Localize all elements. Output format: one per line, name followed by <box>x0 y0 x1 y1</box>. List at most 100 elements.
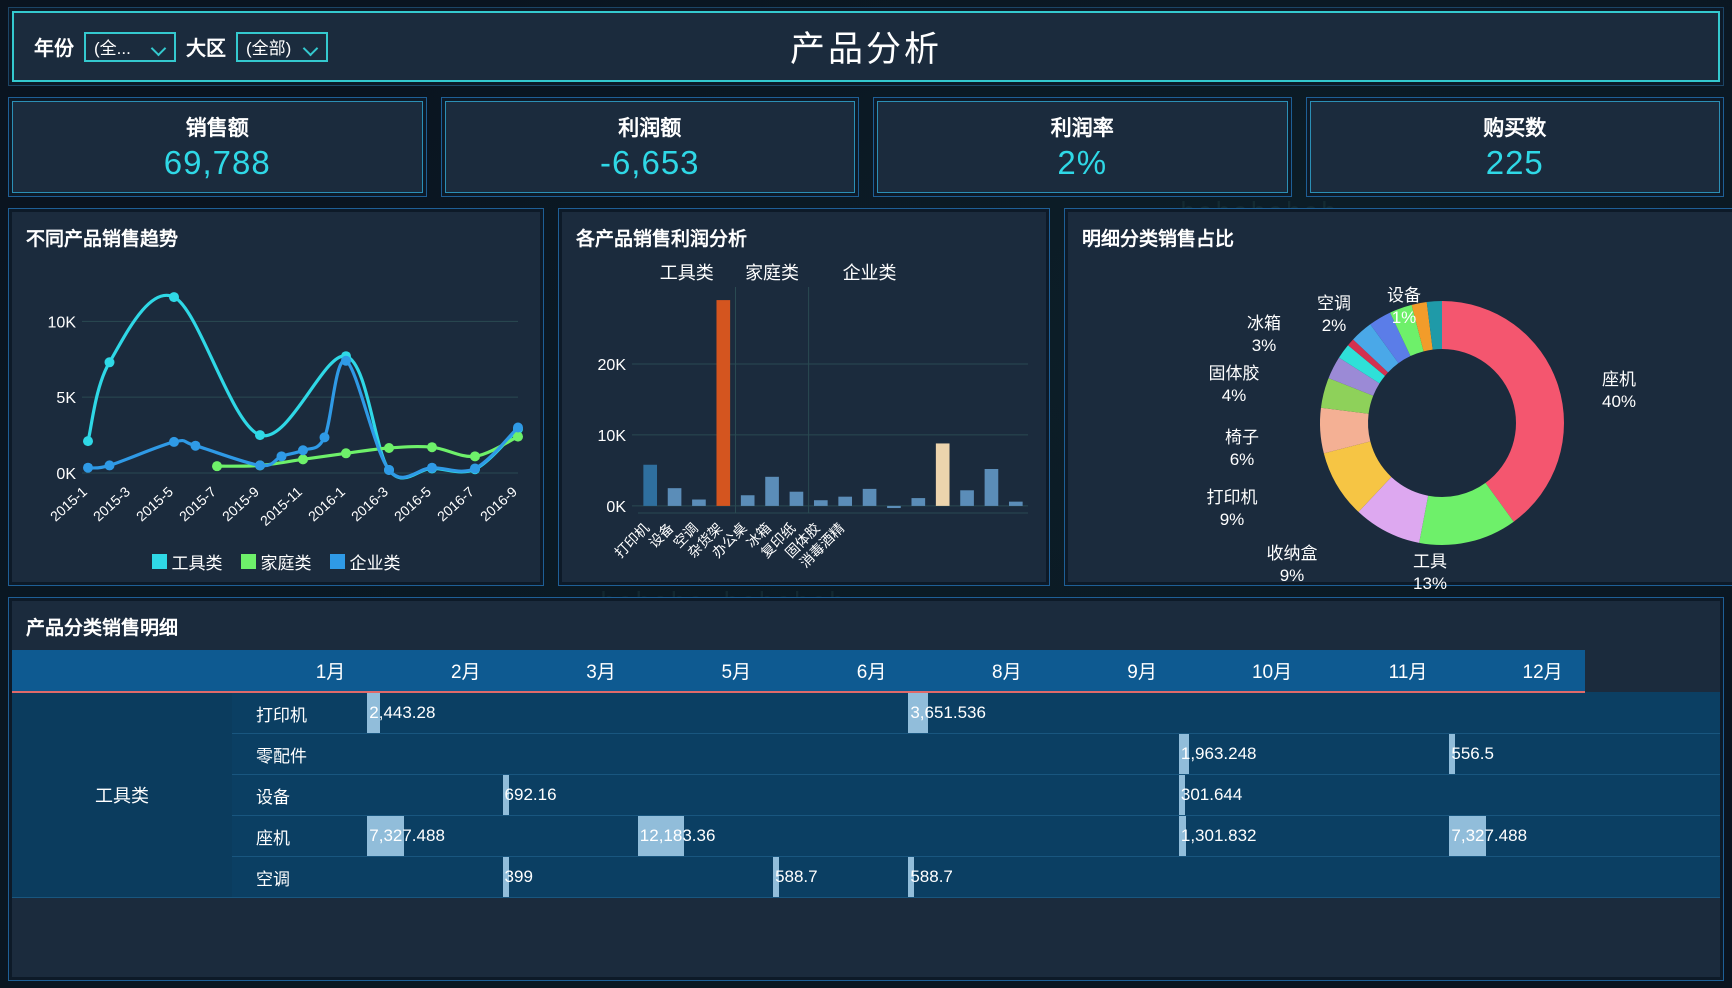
svg-text:40%: 40% <box>1602 392 1636 411</box>
cell-value-text: 692.16 <box>504 785 557 804</box>
table-column-header[interactable]: 12月 <box>1449 650 1585 693</box>
table-row[interactable]: 工具类 打印机 2,443.28 3,651.536 <box>12 692 1720 898</box>
pie-chart-card: 明细分类销售占比 座机 40% 工具 13% 收纳盒 9% 打印机 9% 椅子 6% 固体胶 4% 冰箱… <box>1064 208 1732 591</box>
table-data-cell <box>1449 774 1585 816</box>
cell-value-text: 588.7 <box>775 867 818 886</box>
kpi-card-margin[interactable]: 利润率 2% <box>873 97 1292 197</box>
table-column-header[interactable]: 9月 <box>1043 650 1179 693</box>
table-column-header[interactable]: 6月 <box>773 650 909 693</box>
svg-text:9%: 9% <box>1220 510 1245 529</box>
svg-text:1%: 1% <box>1392 308 1417 327</box>
svg-text:2015-3: 2015-3 <box>90 483 133 524</box>
kpi-card-profit[interactable]: 利润额 -6,653 <box>440 97 859 197</box>
legend-item-home[interactable]: 家庭类 <box>240 549 312 574</box>
svg-text:9%: 9% <box>1280 566 1305 585</box>
legend-label: 家庭类 <box>260 554 312 573</box>
table-data-cell <box>637 774 774 816</box>
year-filter-select[interactable]: (全... <box>84 31 176 62</box>
svg-text:3%: 3% <box>1252 336 1277 355</box>
cell-value-text: 3,651.536 <box>910 703 986 722</box>
year-filter-value: (全... <box>94 39 131 58</box>
table-data-cell: 588.7 <box>908 856 1044 898</box>
svg-text:2016-1: 2016-1 <box>305 483 348 524</box>
table-row[interactable]: 零配件 1,963.248 556.5 <box>12 733 1720 775</box>
legend-item-corp[interactable]: 企业类 <box>329 549 401 574</box>
table-data-cell <box>502 692 638 734</box>
svg-text:2015-1: 2015-1 <box>47 483 90 524</box>
kpi-label: 销售额 <box>185 117 249 140</box>
svg-text:收纳盒: 收纳盒 <box>1267 544 1318 563</box>
table-column-header[interactable]: 5月 <box>637 650 774 693</box>
filter-label-year: 年份 <box>34 38 74 60</box>
kpi-card-orders[interactable]: 购买数 225 <box>1305 97 1724 197</box>
table-data-cell <box>1449 692 1585 734</box>
svg-text:2%: 2% <box>1322 316 1347 335</box>
cell-value-text: 556.5 <box>1451 744 1494 763</box>
table-body: 工具类 打印机 2,443.28 3,651.536 零配件 1,963.248 556.5… <box>12 692 1720 898</box>
table-data-cell <box>502 815 638 857</box>
svg-text:13%: 13% <box>1413 574 1447 591</box>
svg-text:20K: 20K <box>598 357 627 374</box>
table-row[interactable]: 座机 7,327.488 12,183.36 1,301.832 7,327.488 <box>12 815 1720 857</box>
table-data-cell: 588.7 <box>773 856 909 898</box>
chevron-down-icon <box>152 43 166 51</box>
svg-text:2016-7: 2016-7 <box>434 483 477 524</box>
sales-trend-line-chart[interactable]: 0K5K10K2015-1 2015-3 2015-5 2015-7 2015-9201… <box>26 251 526 551</box>
table-data-cell <box>1043 774 1179 816</box>
svg-text:设备: 设备 <box>1387 286 1421 305</box>
table-row[interactable]: 空调 399 588.7 588.7 <box>12 856 1720 898</box>
table-data-cell <box>773 733 909 775</box>
table-data-cell: 7,327.488 <box>1449 815 1585 857</box>
table-subcategory-cell: 打印机 <box>232 692 368 734</box>
svg-text:工具: 工具 <box>1413 552 1447 571</box>
line-chart-legend: 工具类 家庭类 企业类 <box>12 549 540 574</box>
table-header: 1月 2月 3月 5月 6月 8月 9月 10月 11月 12月 <box>12 650 1720 693</box>
svg-text:2016-9: 2016-9 <box>477 483 520 524</box>
line-chart-card: 不同产品销售趋势 0K 5K 10K 2015-1 2015-3 2015-5 2015-7… <box>8 208 544 586</box>
legend-item-tool[interactable]: 工具类 <box>151 549 223 574</box>
svg-text:空调: 空调 <box>1317 294 1351 313</box>
category-share-donut-chart[interactable]: 座机 40% 工具 13% 收纳盒 9% 打印机 9% 椅子 6% 固体胶 4% 冰箱 3% 空调 2% 设备 1… <box>1082 251 1732 591</box>
sales-detail-table[interactable]: 1月 2月 3月 5月 6月 8月 9月 10月 11月 12月 工具类 打印机 2,443.28 3,… <box>12 650 1720 898</box>
table-data-cell <box>367 774 503 816</box>
table-data-cell <box>1178 692 1315 734</box>
cell-value-text: 7,327.488 <box>1451 826 1528 845</box>
table-column-header[interactable]: 3月 <box>502 650 638 693</box>
table-column-header[interactable]: 2月 <box>367 650 503 693</box>
pie-chart-title: 明细分类销售占比 <box>1082 229 1235 250</box>
table-row[interactable]: 设备 692.16 301.644 <box>12 774 1720 816</box>
kpi-value: -6,653 <box>599 144 700 181</box>
charts-row: 不同产品销售趋势 0K 5K 10K 2015-1 2015-3 2015-5 2015-7… <box>8 208 1732 591</box>
table-header-row: 1月 2月 3月 5月 6月 8月 9月 10月 11月 12月 <box>12 650 1720 693</box>
table-data-cell: 301.644 <box>1178 774 1315 816</box>
table-data-cell: 556.5 <box>1449 733 1585 775</box>
table-subcategory-cell: 空调 <box>232 856 368 898</box>
table-column-header[interactable]: 1月 <box>232 650 368 693</box>
table-column-header[interactable]: 10月 <box>1178 650 1315 693</box>
profit-bar-chart[interactable]: 0K10K20K工具类 家庭类 企业类打印机设备空调杂货架办公桌冰箱复印纸固体胶消毒… <box>576 251 1032 591</box>
svg-text:6%: 6% <box>1230 450 1255 469</box>
table-data-cell <box>1584 692 1720 734</box>
filter-bar: 年份 (全... 大区 (全部) <box>14 31 328 62</box>
table-subcategory-cell: 零配件 <box>232 733 368 775</box>
table-category-cell: 工具类 <box>12 692 232 898</box>
table-data-cell: 1,963.248 <box>1178 733 1315 775</box>
svg-text:2015-5: 2015-5 <box>133 483 176 524</box>
kpi-card-sales[interactable]: 销售额 69,788 <box>8 97 427 197</box>
table-column-header[interactable]: 11月 <box>1314 650 1450 693</box>
svg-text:固体胶: 固体胶 <box>1209 364 1260 383</box>
table-data-cell <box>502 733 638 775</box>
svg-text:打印机: 打印机 <box>1207 488 1258 507</box>
table-column-header[interactable]: 8月 <box>908 650 1044 693</box>
svg-text:10K: 10K <box>598 428 627 445</box>
legend-swatch-icon <box>329 554 345 569</box>
region-filter-select[interactable]: (全部) <box>236 31 328 62</box>
svg-text:2015-7: 2015-7 <box>176 483 219 524</box>
svg-text:椅子: 椅子 <box>1225 428 1259 447</box>
table-data-cell <box>1314 774 1450 816</box>
table-data-cell <box>773 815 909 857</box>
legend-label: 工具类 <box>171 554 223 573</box>
kpi-value: 225 <box>1485 144 1544 181</box>
cell-value-text: 2,443.28 <box>369 703 436 722</box>
svg-text:2016-3: 2016-3 <box>348 483 391 524</box>
